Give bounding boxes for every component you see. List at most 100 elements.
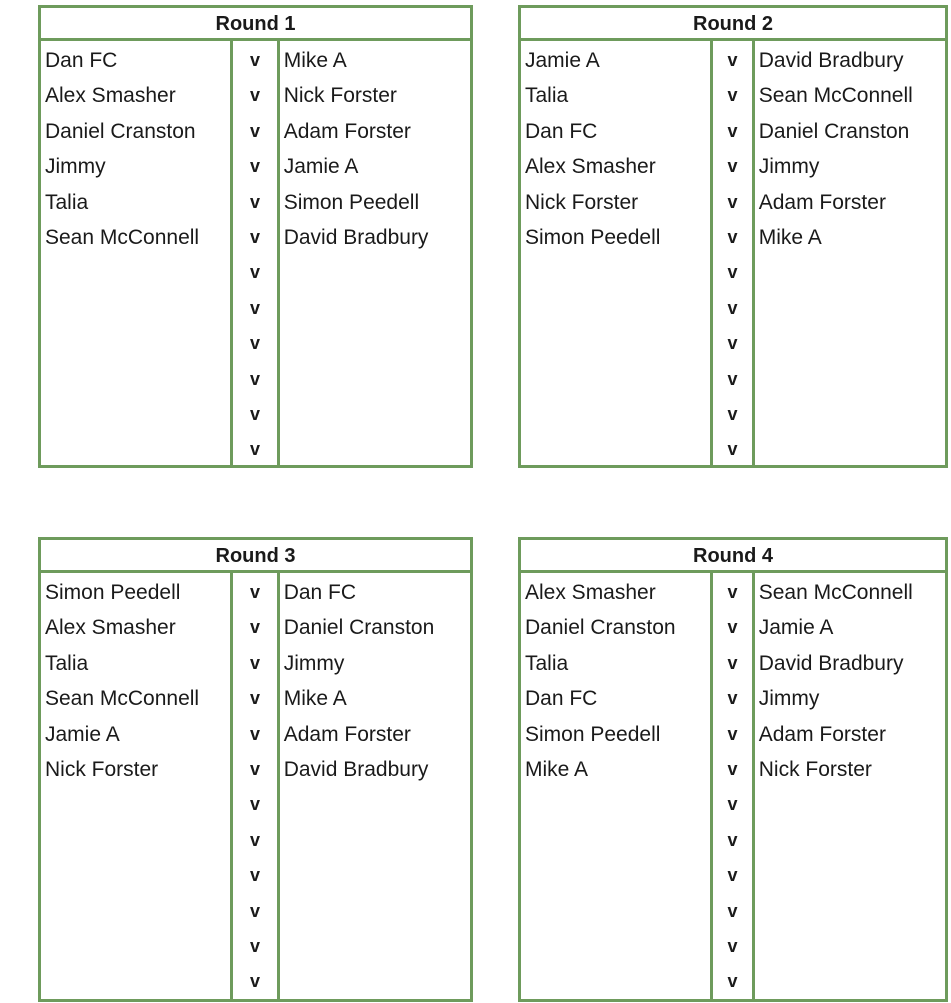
- versus-label: v: [727, 582, 738, 602]
- versus-label: v: [250, 829, 261, 850]
- round-title: Round 4: [521, 540, 945, 573]
- versus-label: v: [250, 191, 261, 212]
- versus-label: v: [727, 865, 738, 886]
- versus-column: vvvvvvvvvvvv: [710, 41, 755, 465]
- home-team-name: Daniel Cranston: [525, 616, 676, 640]
- home-team-name: [41, 362, 230, 397]
- home-team-name: Dan FC: [525, 687, 598, 711]
- away-team-name: [280, 397, 470, 432]
- versus-label: v: [727, 758, 738, 779]
- away-team-name: [280, 964, 470, 999]
- versus-label: v: [727, 723, 738, 744]
- home-team-name: [41, 255, 230, 290]
- versus-label: v: [250, 582, 261, 602]
- versus-label: v: [727, 439, 738, 460]
- home-team-name: [41, 326, 230, 361]
- home-team-name: [41, 929, 230, 964]
- versus-label: v: [250, 758, 261, 779]
- home-team-name: [521, 397, 710, 432]
- home-team-name: [521, 255, 710, 290]
- versus-label: v: [250, 368, 261, 389]
- away-team-name: [280, 362, 470, 397]
- away-team-name: [280, 432, 470, 467]
- away-team-name: [755, 255, 945, 290]
- away-team-column: Dan FC Daniel Cranston Jimmy Mike A Adam For…: [280, 573, 470, 999]
- home-team-name: [41, 823, 230, 858]
- away-team-name: [755, 929, 945, 964]
- home-team-name: [521, 362, 710, 397]
- versus-label: v: [250, 262, 261, 283]
- round-2-table: Round 2 Jamie A Talia Dan FC Alex Smasher Ni…: [518, 5, 948, 468]
- away-team-name: [280, 291, 470, 326]
- versus-label: v: [250, 688, 261, 709]
- versus-label: v: [250, 156, 261, 177]
- versus-label: v: [250, 971, 261, 992]
- away-team-name: Mike A: [758, 225, 822, 249]
- versus-label: v: [250, 403, 261, 424]
- away-team-name: [280, 929, 470, 964]
- home-team-name: [41, 787, 230, 822]
- home-team-name: Simon Peedell: [525, 225, 661, 249]
- home-team-name: [521, 823, 710, 858]
- away-team-name: Jamie A: [283, 155, 359, 179]
- away-team-name: [755, 397, 945, 432]
- away-team-name: Adam Forster: [283, 119, 411, 143]
- away-team-column: Mike A Nick Forster Adam Forster Jamie A Sim…: [280, 41, 470, 465]
- home-team-name: Alex Smasher: [45, 616, 176, 640]
- home-team-name: [41, 858, 230, 893]
- home-team-name: [41, 964, 230, 999]
- home-team-name: Nick Forster: [45, 757, 159, 781]
- home-team-name: Simon Peedell: [45, 581, 181, 604]
- away-team-name: Jamie A: [758, 616, 834, 640]
- home-team-column: Dan FC Alex Smasher Daniel Cranston Jimmy Ta…: [41, 41, 230, 465]
- versus-label: v: [250, 226, 261, 247]
- versus-label: v: [727, 333, 738, 354]
- versus-label: v: [250, 439, 261, 460]
- away-team-name: David Bradbury: [758, 49, 904, 72]
- home-team-name: Jimmy: [45, 155, 106, 179]
- home-team-column: Simon Peedell Alex Smasher Talia Sean McCon…: [41, 573, 230, 999]
- away-team-name: Sean McConnell: [758, 581, 913, 604]
- home-team-name: [521, 432, 710, 467]
- away-team-name: [755, 362, 945, 397]
- away-team-name: Jimmy: [283, 651, 345, 675]
- home-team-name: [521, 894, 710, 929]
- versus-label: v: [250, 617, 261, 638]
- versus-label: v: [727, 617, 738, 638]
- home-team-name: Dan FC: [525, 119, 598, 143]
- home-team-name: Jamie A: [45, 722, 120, 746]
- versus-label: v: [727, 971, 738, 992]
- versus-label: v: [250, 333, 261, 354]
- versus-label: v: [250, 865, 261, 886]
- away-team-name: [755, 326, 945, 361]
- home-team-name: [521, 291, 710, 326]
- away-team-name: David Bradbury: [283, 225, 429, 249]
- home-team-name: [41, 291, 230, 326]
- round-title: Round 3: [41, 540, 470, 573]
- away-team-column: Sean McConnell Jamie A David Bradbury Jimmy…: [755, 573, 945, 999]
- home-team-name: Simon Peedell: [525, 722, 661, 746]
- away-team-name: Adam Forster: [758, 190, 886, 214]
- versus-label: v: [250, 723, 261, 744]
- home-team-name: [521, 929, 710, 964]
- versus-column: vvvvvvvvvvvv: [710, 573, 755, 999]
- versus-label: v: [727, 191, 738, 212]
- versus-label: v: [250, 297, 261, 318]
- versus-label: v: [727, 85, 738, 106]
- away-team-name: Daniel Cranston: [283, 616, 435, 640]
- home-team-name: [41, 432, 230, 467]
- round-title: Round 1: [41, 8, 470, 41]
- home-team-name: Sean McConnell: [45, 225, 200, 249]
- away-team-name: Nick Forster: [758, 757, 872, 781]
- home-team-column: Alex Smasher Daniel Cranston Talia Dan FC Si…: [521, 573, 710, 999]
- round-3-table: Round 3 Simon Peedell Alex Smasher Talia Se…: [38, 537, 473, 1002]
- away-team-name: Jimmy: [758, 687, 820, 711]
- away-team-name: [755, 291, 945, 326]
- round-4-table: Round 4 Alex Smasher Daniel Cranston Talia…: [518, 537, 948, 1002]
- away-team-name: [280, 326, 470, 361]
- versus-label: v: [727, 50, 738, 70]
- away-team-name: [280, 787, 470, 822]
- versus-label: v: [727, 297, 738, 318]
- away-team-name: David Bradbury: [283, 757, 429, 781]
- away-team-name: [755, 964, 945, 999]
